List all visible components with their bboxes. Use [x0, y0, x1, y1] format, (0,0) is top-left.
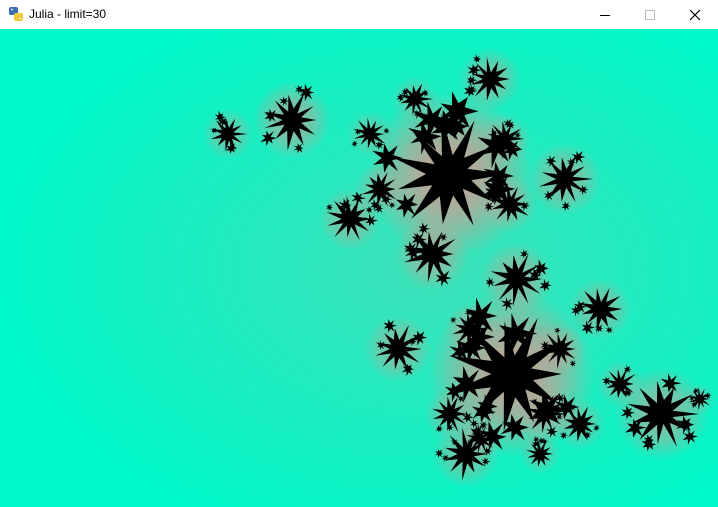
minimize-icon: [600, 14, 610, 16]
title-bar[interactable]: Julia - limit=30: [0, 0, 718, 29]
python-icon: [8, 6, 24, 22]
fractal-canvas[interactable]: [0, 29, 718, 507]
canvas-background: [0, 29, 718, 507]
maximize-button[interactable]: [627, 0, 673, 29]
julia-set-image: [0, 29, 718, 507]
window-title: Julia - limit=30: [29, 7, 107, 21]
minimize-button[interactable]: [582, 0, 628, 29]
maximize-icon: [645, 9, 655, 20]
app-window: Julia - limit=30: [0, 0, 718, 507]
close-button[interactable]: [672, 0, 718, 29]
close-icon: [689, 9, 701, 20]
